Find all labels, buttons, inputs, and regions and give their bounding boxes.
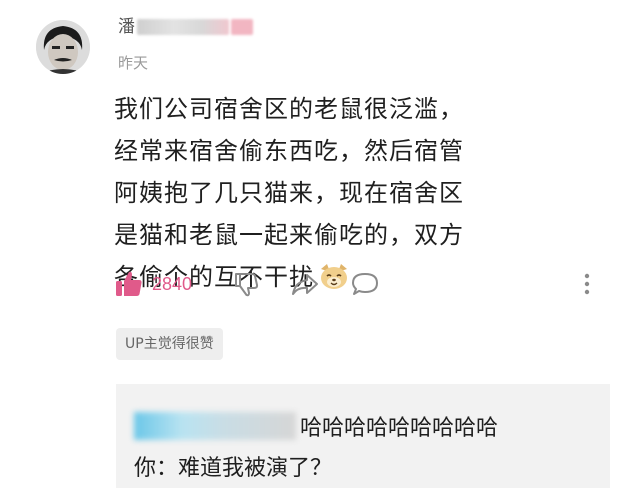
avatar-portrait-icon (36, 20, 90, 74)
username-blur-end (231, 19, 253, 35)
avatar[interactable] (36, 20, 90, 74)
reply-preview[interactable]: 哈哈哈哈哈哈哈哈哈 你：难道我被演了？ (116, 384, 610, 488)
up-liked-badge: UP主觉得很赞 (116, 328, 223, 360)
more-options-button[interactable] (580, 266, 594, 302)
share-arrow-icon (292, 274, 318, 295)
like-count: 2840 (152, 273, 193, 294)
reply-author-blur (134, 412, 296, 440)
comment-body-text: 我们公司宿舍区的老鼠很泛滥，经常来宿舍偷东西吃，然后宿管阿姨抱了几只猫来，现在宿… (114, 95, 464, 291)
reply-line: 哈哈哈哈哈哈哈哈哈 (134, 410, 498, 442)
thumbs-down-icon (235, 273, 259, 297)
action-bar: 2840 (114, 266, 614, 306)
comment-card: 潘 昨天 我们公司宿舍区的老鼠很泛滥，经常来宿舍偷东西吃，然后宿管阿姨抱了几只猫… (0, 0, 640, 488)
username-visible-char: 潘 (118, 17, 135, 37)
username-blur (137, 19, 229, 35)
timestamp: 昨天 (118, 54, 149, 72)
reply-button[interactable] (350, 266, 380, 302)
reply-text: 哈哈哈哈哈哈哈哈哈 (300, 416, 499, 441)
like-button[interactable]: 2840 (114, 266, 192, 302)
thumbs-up-icon (116, 271, 142, 296)
reply-second-line: 你：难道我被演了？ (134, 456, 333, 481)
dislike-button[interactable] (232, 266, 260, 302)
vertical-dots-icon (584, 273, 590, 295)
speech-bubble-icon (352, 273, 378, 295)
share-button[interactable] (290, 266, 320, 302)
username[interactable]: 潘 (118, 16, 253, 38)
